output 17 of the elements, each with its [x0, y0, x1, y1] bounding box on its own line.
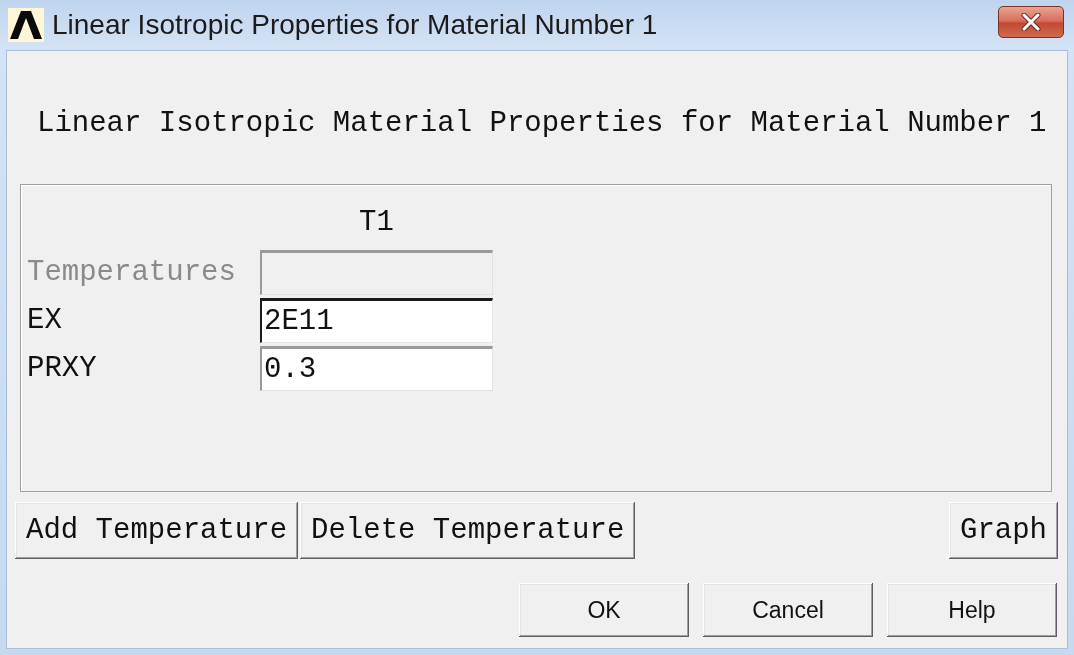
dialog-button[interactable]: Help: [887, 583, 1057, 637]
row-label: PRXY: [27, 352, 98, 385]
temperature-button[interactable]: Delete Temperature: [300, 502, 636, 559]
input-field[interactable]: 0.3: [260, 346, 493, 391]
row-label: Temperatures: [27, 256, 237, 289]
graph-button[interactable]: Graph: [949, 502, 1058, 559]
window-title: Linear Isotropic Properties for Material Number 1: [52, 9, 658, 41]
close-icon: [1021, 13, 1041, 31]
dialog-button[interactable]: OK: [519, 583, 689, 637]
app-logo-icon: [8, 8, 44, 42]
row-label: EX: [27, 304, 63, 337]
close-button[interactable]: [998, 6, 1064, 38]
column-header: T1: [359, 207, 394, 238]
dialog-button[interactable]: Cancel: [703, 583, 873, 637]
input-field[interactable]: 2E11: [260, 298, 493, 343]
temperature-button[interactable]: Add Temperature: [15, 502, 299, 559]
dialog-heading: Linear Isotropic Material Properties for Material Number 1: [36, 106, 1048, 142]
